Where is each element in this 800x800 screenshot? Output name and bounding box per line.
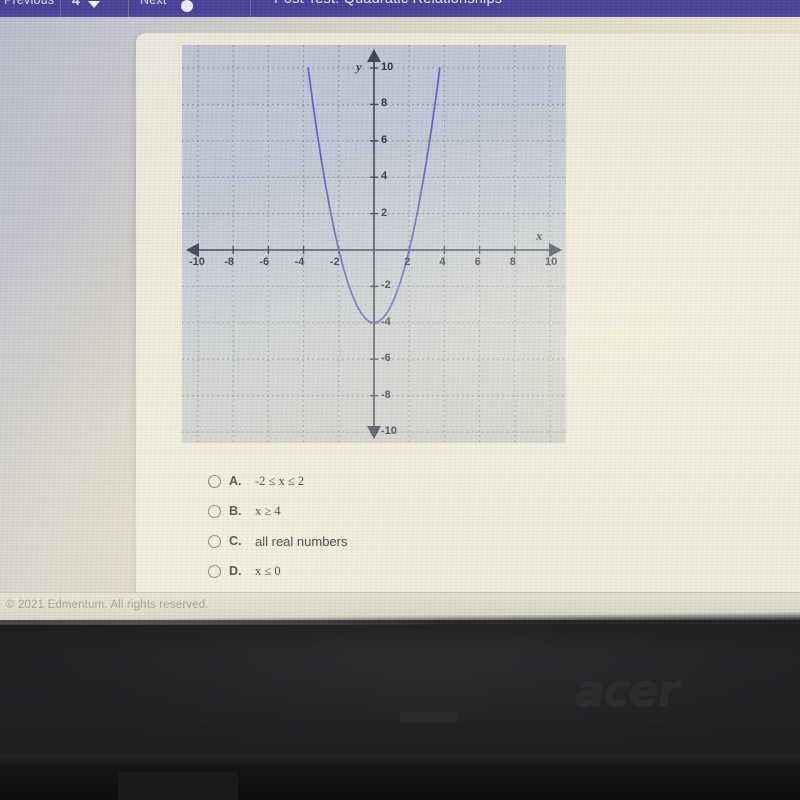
- y-tick-label: 2: [381, 206, 388, 219]
- answer-options: A. -2 ≤ x ≤ 2 B. x ≥ 4 C. all real numbers D. x…: [208, 466, 588, 586]
- x-tick-label: -6: [259, 256, 270, 268]
- radio-button[interactable]: [208, 534, 221, 548]
- copyright-text: © 2021 Edmentum. All rights reserved.: [6, 599, 209, 611]
- radio-button[interactable]: [208, 504, 221, 518]
- answer-option-a[interactable]: A. -2 ≤ x ≤ 2: [208, 466, 588, 496]
- previous-button[interactable]: Previous: [4, 0, 54, 7]
- x-axis-label: x: [536, 228, 543, 243]
- option-text: x ≤ 0: [255, 563, 281, 578]
- option-text: all real numbers: [255, 533, 348, 549]
- y-tick-label: -8: [381, 388, 391, 401]
- option-letter: A.: [229, 474, 242, 488]
- answer-option-c[interactable]: C. all real numbers: [208, 526, 588, 556]
- axes: [186, 49, 562, 439]
- x-tick-label: 6: [474, 256, 481, 268]
- chevron-down-icon[interactable]: [88, 1, 100, 8]
- y-tick-label: 6: [381, 133, 388, 146]
- option-letter: C.: [229, 534, 242, 548]
- option-text: -2 ≤ x ≤ 2: [255, 473, 305, 488]
- laptop-photo: -10 -8 -6 -4 -2 2 4 6 8 10 -10 -8 -6 -4 -2 2 4 6 8 10 x y A…: [0, 0, 800, 800]
- next-button[interactable]: Next: [140, 0, 167, 7]
- y-tick-label: -2: [381, 279, 391, 292]
- graph-svg: [182, 45, 566, 443]
- bezel-slot: [400, 712, 458, 722]
- y-tick-label: -4: [381, 315, 391, 328]
- acer-logo: acer: [575, 665, 679, 716]
- y-tick-label: 10: [381, 61, 394, 73]
- laptop-screen: -10 -8 -6 -4 -2 2 4 6 8 10 -10 -8 -6 -4 -2 2 4 6 8 10 x y A…: [0, 0, 800, 625]
- y-tick-label: -6: [381, 352, 391, 365]
- option-letter: B.: [229, 504, 242, 518]
- x-tick-label: 10: [545, 256, 558, 268]
- toolbar-divider-1: [60, 0, 61, 17]
- answer-option-d[interactable]: D. x ≤ 0: [208, 556, 588, 586]
- answer-option-b[interactable]: B. x ≥ 4: [208, 496, 588, 526]
- page-title: Post Test: Quadratic Relationships: [274, 0, 502, 7]
- circle-icon[interactable]: [181, 0, 193, 12]
- x-tick-label: 4: [439, 256, 446, 268]
- x-tick-label: 2: [404, 256, 411, 268]
- x-tick-label: 8: [509, 256, 516, 268]
- x-tick-label: -8: [224, 256, 234, 268]
- radio-button[interactable]: [208, 564, 221, 578]
- y-axis-label: y: [356, 59, 362, 74]
- toolbar-divider-2: [128, 0, 129, 17]
- option-letter: D.: [229, 564, 242, 578]
- question-number: 4: [72, 0, 80, 8]
- toolbar-divider-3: [250, 0, 251, 17]
- y-tick-label: -10: [381, 425, 397, 437]
- x-tick-label: -2: [329, 256, 340, 268]
- x-tick-label: -10: [189, 256, 205, 268]
- x-tick-label: -4: [294, 256, 305, 268]
- y-tick-label: 4: [381, 170, 388, 183]
- y-tick-label: 8: [381, 97, 388, 110]
- keyboard-key: [118, 772, 238, 800]
- parabola-graph: -10 -8 -6 -4 -2 2 4 6 8 10 -10 -8 -6 -4 -2 2 4 6 8 10 x y: [182, 45, 566, 443]
- radio-button[interactable]: [208, 474, 221, 488]
- question-toolbar: Previous 4 Next Post Test: Quadratic Rel…: [0, 0, 800, 17]
- option-text: x ≥ 4: [255, 503, 281, 518]
